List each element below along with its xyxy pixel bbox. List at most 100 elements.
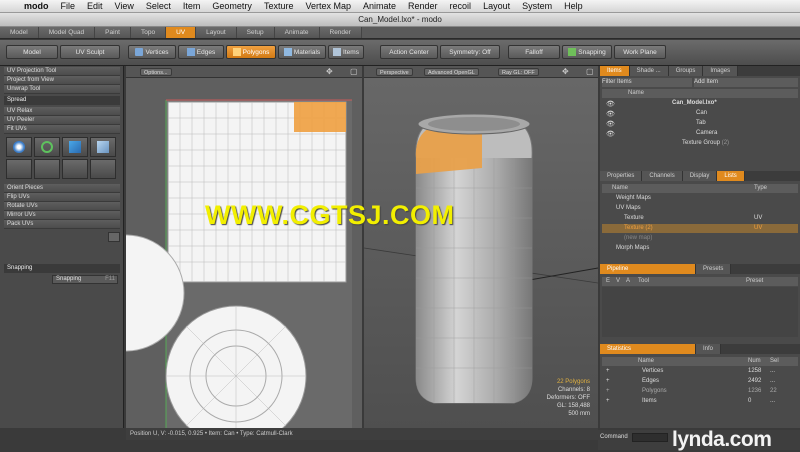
stats-row[interactable]: + Polygons 1236 22: [602, 387, 798, 396]
tab-model-quad[interactable]: Model Quad: [38, 27, 96, 38]
menu-file[interactable]: File: [55, 1, 82, 11]
list-morph-maps[interactable]: Morph Maps: [602, 244, 798, 253]
tab-pipeline[interactable]: Pipeline: [600, 264, 696, 274]
tab-lists[interactable]: Lists: [717, 171, 745, 181]
align-up-tile[interactable]: [6, 159, 32, 179]
menu-select[interactable]: Select: [140, 1, 177, 11]
items-button[interactable]: Items: [328, 45, 364, 59]
menu-render[interactable]: Render: [402, 1, 444, 11]
scale-uv-tile[interactable]: [62, 137, 88, 157]
menu-layout[interactable]: Layout: [477, 1, 516, 11]
edges-button[interactable]: Edges: [178, 45, 224, 59]
tree-can[interactable]: Can: [602, 109, 798, 118]
shading-mode-button[interactable]: Advanced OpenGL: [424, 68, 479, 76]
align-left-tile[interactable]: [62, 159, 88, 179]
tab-presets[interactable]: Presets: [696, 264, 732, 274]
uv-sculpt-button[interactable]: UV Sculpt: [60, 45, 120, 59]
snapping-button[interactable]: Snapping: [562, 45, 612, 59]
menu-geometry[interactable]: Geometry: [206, 1, 258, 11]
visibility-eye-icon[interactable]: 👁: [606, 100, 615, 108]
menu-app[interactable]: modo: [18, 1, 55, 11]
add-icon[interactable]: +: [606, 387, 610, 396]
stats-row[interactable]: + Vertices 1258 ...: [602, 367, 798, 376]
rotate-uvs-button[interactable]: Rotate UVs: [4, 202, 120, 211]
uv-viewport[interactable]: Options... ✥ ▢: [126, 66, 362, 428]
tab-display[interactable]: Display: [682, 171, 718, 181]
align-down-tile[interactable]: [34, 159, 60, 179]
tree-camera[interactable]: Camera: [602, 129, 798, 138]
model-button[interactable]: Model: [6, 45, 58, 59]
list-new-map[interactable]: (new map): [602, 234, 798, 243]
tab-shader[interactable]: Shade ...: [629, 66, 669, 76]
transform-uv-tile[interactable]: [90, 137, 116, 157]
list-texture[interactable]: Texture UV: [602, 214, 798, 223]
filter-items-dropdown[interactable]: Filter Items: [602, 78, 692, 87]
list-texture-2[interactable]: Texture (2) UV: [602, 224, 798, 233]
tree-texture-group[interactable]: Texture Group (2): [602, 139, 798, 148]
menu-vertex-map[interactable]: Vertex Map: [299, 1, 357, 11]
menu-system[interactable]: System: [516, 1, 558, 11]
orient-pieces-button[interactable]: Orient Pieces: [4, 184, 120, 193]
menu-help[interactable]: Help: [558, 1, 589, 11]
list-weight-maps[interactable]: Weight Maps: [602, 194, 798, 203]
tab-model[interactable]: Model: [0, 27, 39, 38]
snapping-toggle[interactable]: Snapping F11: [52, 275, 118, 284]
work-plane-button[interactable]: Work Plane: [614, 45, 666, 59]
view-pan-icon[interactable]: ✥: [562, 67, 569, 76]
stats-row[interactable]: + Edges 2492 ...: [602, 377, 798, 386]
tab-paint[interactable]: Paint: [95, 27, 131, 38]
uv-options-button[interactable]: Options...: [140, 68, 172, 76]
fit-uvs-button[interactable]: Fit UVs: [4, 125, 120, 134]
tab-properties[interactable]: Properties: [600, 171, 643, 181]
stats-row[interactable]: + Items 0 ...: [602, 397, 798, 406]
materials-button[interactable]: Materials: [278, 45, 326, 59]
tab-setup[interactable]: Setup: [236, 27, 275, 38]
menu-animate[interactable]: Animate: [357, 1, 402, 11]
visibility-eye-icon[interactable]: 👁: [606, 130, 615, 138]
vertices-button[interactable]: Vertices: [128, 45, 176, 59]
align-right-tile[interactable]: [90, 159, 116, 179]
snapping-header[interactable]: Snapping: [4, 264, 120, 273]
tab-info[interactable]: Info: [696, 344, 722, 354]
move-uv-tile[interactable]: [6, 137, 32, 157]
tab-layout[interactable]: Layout: [196, 27, 237, 38]
uv-peeler-button[interactable]: UV Peeler: [4, 116, 120, 125]
command-input[interactable]: [632, 433, 668, 442]
view-maximize-icon[interactable]: ▢: [586, 67, 594, 76]
tree-tab[interactable]: Tab: [602, 119, 798, 128]
unwrap-tool-button[interactable]: Unwrap Tool: [4, 85, 120, 94]
add-icon[interactable]: +: [606, 367, 610, 376]
tab-items[interactable]: Items: [600, 66, 630, 76]
expand-icon[interactable]: [108, 232, 120, 242]
add-icon[interactable]: +: [606, 397, 610, 406]
menu-edit[interactable]: Edit: [81, 1, 109, 11]
add-icon[interactable]: +: [606, 377, 610, 386]
mirror-uvs-button[interactable]: Mirror UVs: [4, 211, 120, 220]
spread-header[interactable]: Spread: [4, 96, 120, 105]
menu-recoil[interactable]: recoil: [444, 1, 478, 11]
uv-relax-button[interactable]: UV Relax: [4, 107, 120, 116]
perspective-viewport[interactable]: Perspective Advanced OpenGL Ray GL: OFF …: [364, 66, 598, 428]
flip-uvs-button[interactable]: Flip UVs: [4, 193, 120, 202]
maximize-icon[interactable]: ▢: [350, 67, 358, 76]
tab-topo[interactable]: Topo: [130, 27, 167, 38]
menu-item[interactable]: Item: [177, 1, 207, 11]
symmetry-button[interactable]: Symmetry: Off: [440, 45, 500, 59]
tab-groups[interactable]: Groups: [668, 66, 704, 76]
menu-texture[interactable]: Texture: [258, 1, 300, 11]
pack-uvs-button[interactable]: Pack UVs: [4, 220, 120, 229]
visibility-eye-icon[interactable]: 👁: [606, 120, 615, 128]
tree-scene[interactable]: Can_Model.lxo*: [602, 99, 798, 108]
uv-projection-tool-button[interactable]: UV Projection Tool: [4, 67, 120, 76]
polygons-button[interactable]: Polygons: [226, 45, 276, 59]
pan-icon[interactable]: ✥: [326, 67, 333, 76]
tab-statistics[interactable]: Statistics: [600, 344, 696, 354]
tab-channels[interactable]: Channels: [642, 171, 683, 181]
tab-animate[interactable]: Animate: [274, 27, 320, 38]
list-uv-maps[interactable]: UV Maps: [602, 204, 798, 213]
rotate-uv-tile[interactable]: [34, 137, 60, 157]
pipeline-list[interactable]: [602, 287, 798, 337]
project-from-view-button[interactable]: Project from View: [4, 76, 120, 85]
ray-gl-button[interactable]: Ray GL: OFF: [498, 68, 539, 76]
tab-images[interactable]: Images: [703, 66, 739, 76]
